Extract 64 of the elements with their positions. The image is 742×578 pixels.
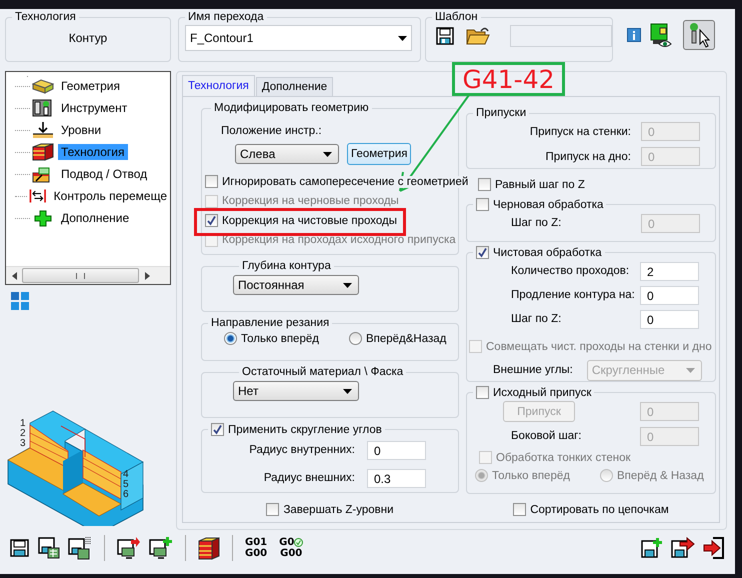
group-title: Шаблон	[434, 11, 479, 23]
tree-item[interactable]: Дополнение	[58, 210, 132, 226]
group-title: Направление резания	[210, 317, 330, 329]
checkbox-label: Сортировать по цепочкам	[530, 504, 669, 516]
level-number: 4	[123, 469, 129, 480]
level-number: 1	[20, 418, 26, 429]
radio-label: Вперёд&Назад	[366, 332, 446, 344]
field-label: Положение инстр.:	[221, 125, 323, 137]
field-label: Количество проходов:	[511, 265, 630, 277]
input-field[interactable]: 0.3	[367, 468, 426, 488]
field-label: Радиус внутренних:	[249, 444, 355, 456]
group-title: Остаточный материал \ Фаска	[241, 366, 404, 378]
level-number: 5	[123, 479, 129, 490]
radio-label: Только вперёд	[492, 470, 570, 482]
dropdown[interactable]: Постоянная	[233, 275, 359, 295]
tree-item[interactable]: Инструмент	[58, 100, 130, 116]
group-title: Технология	[14, 11, 77, 23]
group-title: Имя перехода	[187, 11, 265, 23]
group-title: Модифицировать геометрию	[213, 102, 370, 114]
checkbox-label: Исходный припуск	[493, 386, 592, 398]
group-title: Припуски	[475, 107, 528, 119]
tree-item[interactable]: Контроль перемеще	[50, 188, 170, 204]
field-label: Продление контура на:	[511, 289, 635, 301]
field-label: Внешние углы:	[493, 364, 573, 376]
checkbox-label: Коррекция на чистовые проходы	[222, 214, 397, 227]
input-field[interactable]: 0	[367, 440, 426, 460]
field-label: Боковой шаг:	[511, 430, 582, 442]
checkbox-label: Совмещать чист. проходы на стенки и дно	[486, 340, 712, 352]
field-label: Шаг по Z:	[511, 313, 562, 325]
input-field[interactable]: 0	[640, 310, 699, 328]
tab[interactable]: Технология	[182, 75, 255, 96]
name-dropdown[interactable]: F_Contour1	[185, 25, 412, 51]
geometry-button[interactable]: Геометрия	[347, 143, 412, 165]
radio-label: Только вперёд	[241, 332, 319, 344]
dropdown[interactable]: Слева	[235, 144, 339, 164]
level-number: 6	[123, 489, 129, 500]
field-label: Припуск на дно:	[545, 150, 631, 162]
checkbox-label: Чистовая обработка	[493, 246, 602, 258]
tree-item[interactable]: Подвод / Отвод	[58, 166, 150, 182]
field-label: Припуск на стенки:	[530, 126, 631, 138]
gcode-button[interactable]: G0 G00	[279, 537, 304, 559]
field-label: Шаг по Z:	[511, 217, 562, 229]
tree-item[interactable]: Уровни	[58, 122, 104, 138]
input-field[interactable]: 2	[640, 262, 699, 280]
checkbox-label: Обработка тонких стенок	[496, 452, 631, 464]
level-number: 2	[20, 428, 26, 439]
checkbox-label: Игнорировать самопересечение с геометрией	[222, 176, 468, 188]
group-title: Глубина контура	[241, 260, 332, 272]
dropdown[interactable]: Нет	[233, 381, 359, 401]
technology-value: Контур	[68, 31, 108, 45]
checkbox-label: Равный шаг по Z	[495, 178, 585, 190]
tab[interactable]: Дополнение	[256, 77, 334, 96]
tree-item[interactable]: Геометрия	[58, 78, 123, 94]
tree-item[interactable]: Технология	[58, 144, 128, 160]
checkbox-label: Завершать Z-уровни	[283, 504, 394, 516]
input-field[interactable]: 0	[640, 286, 699, 304]
radio-label: Вперёд & Назад	[616, 470, 704, 482]
checkbox-label: Коррекция на черновые проходы	[222, 195, 399, 208]
level-number: 3	[20, 438, 26, 449]
field-label: Радиус внешних:	[264, 472, 355, 484]
checkbox-label: Применить скругление углов	[228, 424, 382, 436]
gcode-button[interactable]: G01 G00	[245, 537, 268, 559]
annotation-label: G41-42	[452, 62, 565, 96]
checkbox-label: Черновая обработка	[493, 198, 604, 210]
